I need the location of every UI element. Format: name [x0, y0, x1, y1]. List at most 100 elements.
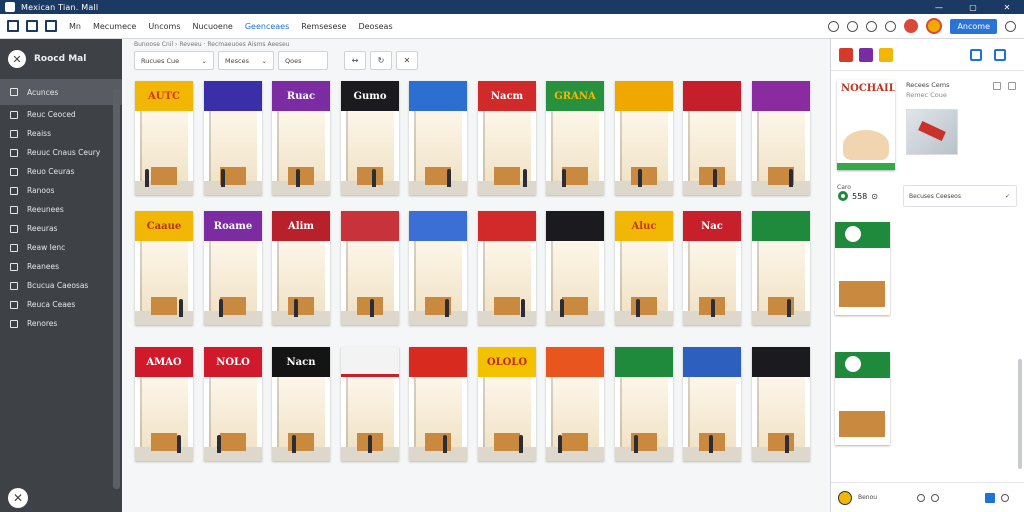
- storefront-tile[interactable]: [752, 81, 810, 195]
- avatar[interactable]: [904, 19, 919, 33]
- resize-button[interactable]: ↔: [344, 51, 366, 70]
- help-icon[interactable]: [885, 20, 897, 32]
- related-card-2[interactable]: [835, 352, 890, 445]
- clear-button[interactable]: ✕: [396, 51, 418, 70]
- thumbnail-3[interactable]: [879, 47, 893, 62]
- menu-icon[interactable]: [7, 20, 19, 32]
- profile-avatar[interactable]: [926, 18, 943, 34]
- storefront-tile[interactable]: Gumo: [341, 81, 399, 195]
- sidebar-item-10[interactable]: Bcucua Caeosas: [0, 276, 122, 295]
- wrench-logo-icon: ✕: [8, 50, 26, 68]
- sidebar-item-label: Reeuras: [27, 224, 58, 233]
- storefront-tile[interactable]: Ruac: [272, 81, 330, 195]
- preview-title: NOCHAIL: [841, 83, 895, 94]
- tools-icon[interactable]: ✕: [8, 488, 28, 508]
- thumbnail-1[interactable]: [839, 47, 853, 62]
- close-icon[interactable]: [1008, 82, 1016, 90]
- share-icon[interactable]: [970, 48, 982, 61]
- store-sign: [615, 347, 673, 377]
- storefront-tile[interactable]: Nacm: [478, 81, 536, 195]
- product-object: [918, 120, 946, 142]
- grid-icon[interactable]: [26, 20, 38, 32]
- sidebar-item-9[interactable]: Reanees: [0, 257, 122, 276]
- tab-deoseas[interactable]: Deoseas: [358, 22, 392, 31]
- sidebar-item-6[interactable]: Reeunees: [0, 200, 122, 219]
- refresh-button[interactable]: ↻: [370, 51, 392, 70]
- sidebar-item-1[interactable]: Reuc Ceoced: [0, 105, 122, 124]
- storefront-tile[interactable]: Aluc: [615, 211, 673, 325]
- minimize-button[interactable]: —: [922, 3, 956, 12]
- info-icon[interactable]: [993, 82, 1001, 90]
- storefront-tile[interactable]: [615, 81, 673, 195]
- link-icon[interactable]: ⊙: [871, 192, 878, 201]
- close-button[interactable]: ✕: [990, 3, 1024, 12]
- sidebar-item-3[interactable]: Reuuc Cnaus Ceury: [0, 143, 122, 162]
- storefront-tile[interactable]: Nacn: [272, 347, 330, 461]
- toolbar-label[interactable]: Mn: [69, 22, 81, 31]
- sidebar-item-8[interactable]: Reaw Ienc: [0, 238, 122, 257]
- sidebar-item-11[interactable]: Reuca Ceaes: [0, 295, 122, 314]
- people-icon[interactable]: [847, 20, 859, 32]
- storefront-tile[interactable]: AMAO: [135, 347, 193, 461]
- maximize-button[interactable]: ▢: [956, 3, 990, 12]
- display-counter: [562, 297, 588, 315]
- storefront-tile[interactable]: NOLO: [204, 347, 262, 461]
- storefront-tile[interactable]: GRANA: [546, 81, 604, 195]
- related-card-1[interactable]: [835, 222, 890, 315]
- tab-remsesese[interactable]: Remsesese: [301, 22, 346, 31]
- sidebar-item-5[interactable]: Ranoos: [0, 181, 122, 200]
- comment-icon[interactable]: [931, 493, 940, 502]
- storefront-tile[interactable]: [752, 347, 810, 461]
- tab-uncoms[interactable]: Uncoms: [148, 22, 180, 31]
- sidebar-item-12[interactable]: Renores: [0, 314, 122, 333]
- account-icon[interactable]: [1005, 20, 1016, 32]
- tab-mecumece[interactable]: Mecumece: [93, 22, 136, 31]
- sidebar-item-0[interactable]: Acunces: [0, 79, 122, 105]
- sidebar-item-2[interactable]: Reaiss: [0, 124, 122, 143]
- chat-icon[interactable]: [917, 493, 926, 502]
- edit-icon[interactable]: ✓: [1005, 193, 1016, 200]
- detail-field[interactable]: Becuses Ceeseos ✓: [903, 185, 1017, 207]
- sidebar-item-7[interactable]: Reeuras: [0, 219, 122, 238]
- filter-dropdown-3[interactable]: Qoes: [278, 51, 328, 70]
- storefront-tile[interactable]: [615, 347, 673, 461]
- storefront-tile[interactable]: Alim: [272, 211, 330, 325]
- storefront-tile[interactable]: Roame: [204, 211, 262, 325]
- storefront-tile[interactable]: [409, 81, 467, 195]
- panel-scrollbar[interactable]: [1018, 359, 1022, 469]
- storefront-tile[interactable]: [546, 347, 604, 461]
- more-icon[interactable]: [1001, 493, 1010, 502]
- selected-preview[interactable]: NOCHAIL: [837, 80, 895, 170]
- tab-nucuoene[interactable]: Nucuoene: [193, 22, 233, 31]
- list-icon[interactable]: [45, 20, 57, 32]
- storefront-tile[interactable]: [546, 211, 604, 325]
- storefront-tile[interactable]: [478, 211, 536, 325]
- app-icon-blue[interactable]: [985, 492, 996, 503]
- export-icon[interactable]: [994, 48, 1006, 61]
- meta-subtitle: Remec Coue: [906, 91, 947, 99]
- storefront-tile[interactable]: Caaue: [135, 211, 193, 325]
- tab-geenceaes[interactable]: Geenceaes: [245, 22, 289, 31]
- primary-button[interactable]: Ancome: [950, 18, 997, 34]
- sidebar-item-4[interactable]: Reuo Ceuras: [0, 162, 122, 181]
- storefront-tile[interactable]: [683, 81, 741, 195]
- storefront-tile[interactable]: [409, 347, 467, 461]
- thumbnail-2[interactable]: [859, 47, 873, 62]
- product-photo[interactable]: [906, 109, 958, 155]
- filter-dropdown-2[interactable]: Mesces ⌄: [218, 51, 274, 70]
- sidebar-scrollbar[interactable]: [113, 89, 120, 489]
- store-sign: [546, 347, 604, 377]
- storefront-tile[interactable]: [409, 211, 467, 325]
- storefront-tile[interactable]: [683, 347, 741, 461]
- storefront-tile[interactable]: [752, 211, 810, 325]
- storefront-tile[interactable]: AUTC: [135, 81, 193, 195]
- storefront-tile[interactable]: OLOLO: [478, 347, 536, 461]
- user-icon[interactable]: [828, 20, 840, 32]
- storefront-tile[interactable]: [204, 81, 262, 195]
- settings-icon[interactable]: [866, 20, 878, 32]
- storefront-tile[interactable]: [341, 347, 399, 461]
- storefront-tile[interactable]: [341, 211, 399, 325]
- filter-dropdown-1[interactable]: Rucues Cue ⌄: [134, 51, 214, 70]
- sidebar-item-label: Reuuc Cnaus Ceury: [27, 148, 101, 157]
- storefront-tile[interactable]: Nac: [683, 211, 741, 325]
